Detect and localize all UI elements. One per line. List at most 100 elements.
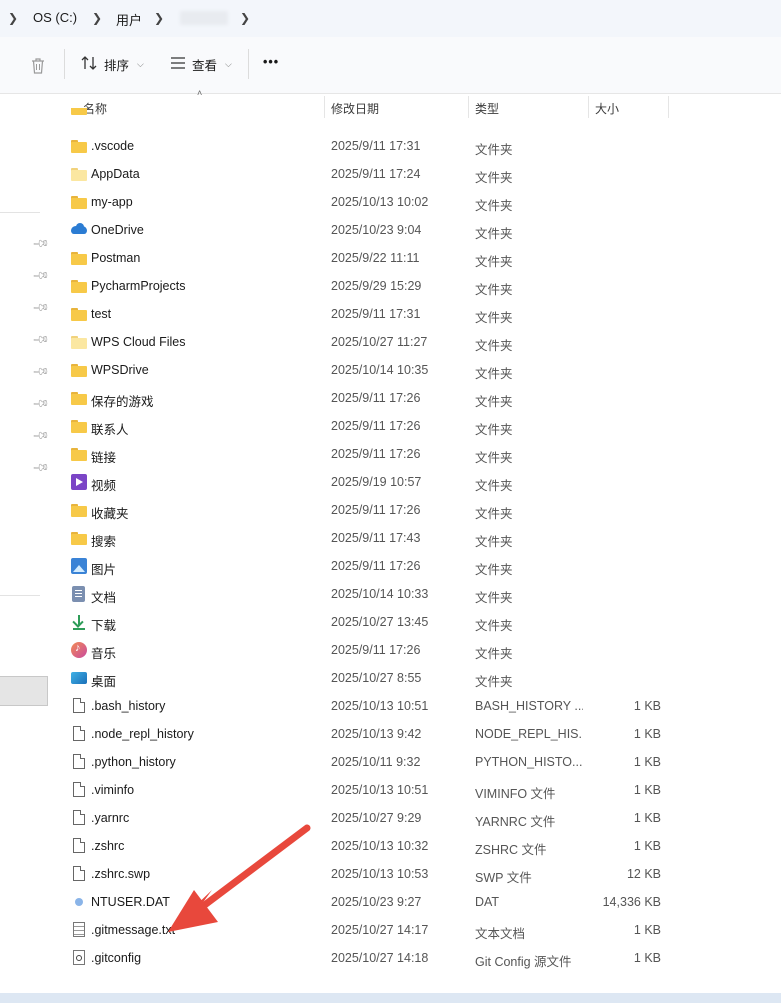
file-row[interactable]: 桌面 2025/10/27 8:55 文件夹 (65, 664, 781, 692)
file-row[interactable]: Postman 2025/9/22 11:11 文件夹 (65, 244, 781, 272)
music-icon (71, 642, 87, 658)
file-row[interactable]: 搜索 2025/9/11 17:43 文件夹 (65, 524, 781, 552)
file-row[interactable]: 收藏夹 2025/9/11 17:26 文件夹 (65, 496, 781, 524)
chevron-right-icon[interactable]: ❯ (92, 11, 102, 25)
file-type: 文件夹 (475, 143, 513, 157)
file-type: 文件夹 (475, 339, 513, 353)
file-row[interactable]: 视频 2025/9/19 10:57 文件夹 (65, 468, 781, 496)
file-row[interactable]: .vscode 2025/9/11 17:31 文件夹 (65, 132, 781, 160)
file-row[interactable]: 保存的游戏 2025/9/11 17:26 文件夹 (65, 384, 781, 412)
file-size: 1 KB (633, 811, 661, 825)
file-row[interactable]: PycharmProjects 2025/9/29 15:29 文件夹 (65, 272, 781, 300)
file-row[interactable]: .bash_history 2025/10/13 10:51 BASH_HISTOR… (65, 692, 781, 720)
file-row[interactable]: 文档 2025/10/14 10:33 文件夹 (65, 580, 781, 608)
file-row[interactable]: 音乐 2025/9/11 17:26 文件夹 (65, 636, 781, 664)
file-date: 2025/10/13 10:53 (331, 867, 429, 881)
file-type: 文件夹 (475, 395, 513, 409)
file-icon (73, 838, 85, 853)
file-name: 联系人 (91, 423, 129, 437)
file-size: 1 KB (633, 923, 661, 937)
file-row[interactable]: my-app 2025/10/13 10:02 文件夹 (65, 188, 781, 216)
file-row[interactable]: .viminfo 2025/10/13 10:51 VIMINFO 文件 1 KB (65, 776, 781, 804)
file-type: 文件夹 (475, 479, 513, 493)
pin-icon[interactable]: 📌︎ (31, 394, 50, 413)
navigation-pane[interactable]: 📌︎ 📌︎ 📌︎ 📌︎ 📌︎ 📌︎ 📌︎ 📌︎ (0, 94, 50, 993)
file-type: 文件夹 (475, 451, 513, 465)
pin-icon[interactable]: 📌︎ (31, 266, 50, 285)
file-row[interactable]: WPSDrive 2025/10/14 10:35 文件夹 (65, 356, 781, 384)
file-name: Postman (91, 251, 141, 265)
file-type: 文件夹 (475, 563, 513, 577)
nav-item-selected[interactable] (0, 676, 48, 706)
nav-divider (0, 595, 40, 596)
file-type: 文件夹 (475, 675, 513, 689)
view-button[interactable]: 查看 ⌵ (170, 55, 232, 74)
sort-icon (80, 55, 98, 74)
file-type: SWP 文件 (475, 871, 532, 885)
file-icon (73, 754, 85, 769)
file-date: 2025/9/29 15:29 (331, 279, 422, 293)
folder-icon (71, 278, 87, 294)
file-row[interactable]: .node_repl_history 2025/10/13 9:42 NODE_RE… (65, 720, 781, 748)
file-row[interactable]: .gitconfig 2025/10/27 14:18 Git Config 源文件… (65, 944, 781, 972)
file-date: 2025/9/11 17:31 (331, 139, 421, 153)
address-bar[interactable]: ❯ OS (C:) ❯ 用户 ❯ ❯ (0, 0, 781, 37)
pin-icon[interactable]: 📌︎ (31, 362, 50, 381)
file-row[interactable]: AppData 2025/9/11 17:24 文件夹 (65, 160, 781, 188)
chevron-right-icon[interactable]: ❯ (8, 11, 18, 25)
file-size: 1 KB (633, 727, 661, 741)
video-icon (71, 474, 87, 490)
file-row[interactable]: test 2025/9/11 17:31 文件夹 (65, 300, 781, 328)
download-icon (71, 614, 87, 630)
desktop-icon (71, 672, 87, 684)
file-type: 文件夹 (475, 507, 513, 521)
pin-icon[interactable]: 📌︎ (31, 426, 50, 445)
toolbar-divider (64, 49, 65, 79)
pin-icon[interactable]: 📌︎ (31, 330, 50, 349)
file-size: 1 KB (633, 839, 661, 853)
file-icon (73, 726, 85, 741)
pin-icon[interactable]: 📌︎ (31, 298, 50, 317)
file-type: 文件夹 (475, 591, 513, 605)
breadcrumb-drive[interactable]: OS (C:) (33, 10, 77, 25)
breadcrumb-user-redacted[interactable] (180, 11, 228, 25)
sort-button[interactable]: 排序 ⌵ (80, 55, 144, 74)
file-date: 2025/10/27 11:27 (331, 335, 428, 349)
file-type: PYTHON_HISTO... (475, 755, 583, 769)
file-row[interactable]: 联系人 2025/9/11 17:26 文件夹 (65, 412, 781, 440)
file-row[interactable]: .python_history 2025/10/11 9:32 PYTHON_HIS… (65, 748, 781, 776)
pin-icon[interactable]: 📌︎ (31, 234, 50, 253)
text-file-icon (73, 922, 85, 937)
file-row[interactable]: WPS Cloud Files 2025/10/27 11:27 文件夹 (65, 328, 781, 356)
delete-icon[interactable] (30, 57, 46, 75)
file-date: 2025/10/27 9:29 (331, 811, 422, 825)
file-name: 音乐 (91, 647, 117, 661)
file-date: 2025/10/13 10:51 (331, 783, 429, 797)
toolbar-divider (248, 49, 249, 79)
file-date: 2025/9/11 17:26 (331, 503, 421, 517)
file-name: 图片 (91, 563, 117, 577)
file-name: 链接 (91, 451, 117, 465)
file-name: 收藏夹 (91, 507, 129, 521)
file-size: 1 KB (633, 783, 661, 797)
breadcrumb-users[interactable]: 用户 (116, 10, 142, 29)
file-row[interactable]: 图片 2025/9/11 17:26 文件夹 (65, 552, 781, 580)
more-options-button[interactable]: ••• (263, 55, 279, 69)
folder-icon (71, 446, 87, 462)
file-name: .gitconfig (91, 951, 142, 965)
chevron-right-icon[interactable]: ❯ (240, 11, 250, 25)
file-date: 2025/9/11 17:26 (331, 447, 421, 461)
file-name: .node_repl_history (91, 727, 194, 741)
file-row[interactable]: 链接 2025/9/11 17:26 文件夹 (65, 440, 781, 468)
file-row[interactable]: 下载 2025/10/27 13:45 文件夹 (65, 608, 781, 636)
folder-pale-icon (71, 334, 87, 350)
file-row[interactable]: OneDrive 2025/10/23 9:04 文件夹 (65, 216, 781, 244)
folder-icon (71, 390, 87, 406)
config-file-icon (73, 950, 85, 965)
file-type: 文件夹 (475, 367, 513, 381)
file-type: YARNRC 文件 (475, 815, 556, 829)
pin-icon[interactable]: 📌︎ (31, 458, 50, 477)
document-icon (72, 586, 85, 602)
chevron-down-icon: ⌵ (225, 59, 232, 69)
chevron-right-icon[interactable]: ❯ (154, 11, 164, 25)
